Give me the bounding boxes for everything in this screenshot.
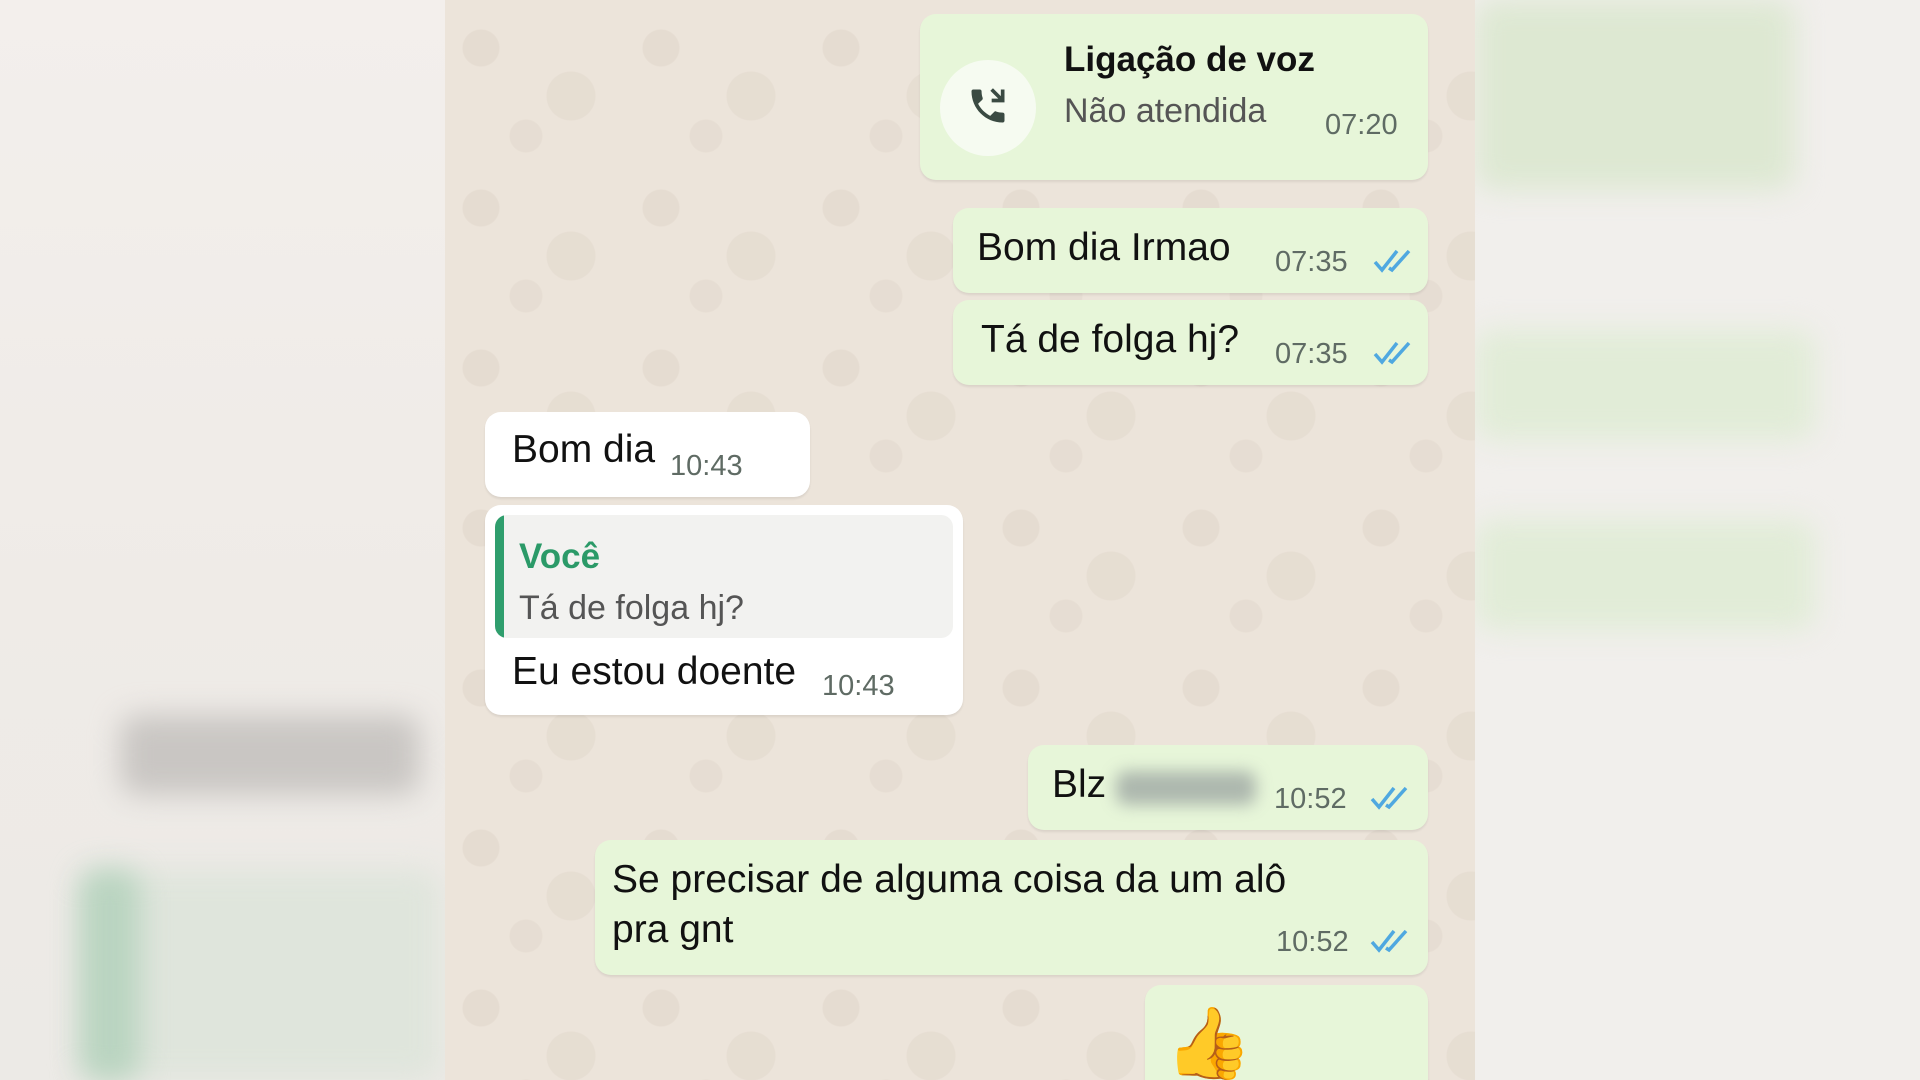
blurred-right-panel [1475,0,1920,1080]
message-text: Eu estou doente [512,650,797,693]
message-bubble-incoming[interactable]: Você Tá de folga hj? Eu estou doente 10:… [485,505,963,715]
message-bubble-outgoing[interactable]: Bom dia Irmao 07:35 [953,208,1428,293]
read-ticks-icon [1370,929,1408,953]
message-bubble-outgoing[interactable]: Blz 10:52 [1028,745,1428,830]
quote-accent-bar [495,515,504,638]
blurred-right-block [1475,0,1795,190]
call-title: Ligação de voz [1064,40,1315,79]
quote-text: Tá de folga hj? [519,589,744,627]
blurred-left-text [120,715,420,795]
message-time: 10:52 [1274,783,1347,815]
message-bubble-outgoing[interactable]: 👍 [1145,985,1428,1080]
message-time: 07:20 [1325,109,1398,141]
blurred-right-block [1475,520,1815,630]
quoted-message[interactable]: Você Tá de folga hj? [495,515,953,638]
message-text-line-2: pra gnt [612,908,734,951]
read-ticks-icon [1370,786,1408,810]
message-text: Blz [1052,763,1107,806]
read-ticks-icon [1373,249,1411,273]
message-text: Bom dia [512,428,656,471]
message-time: 10:52 [1276,926,1349,958]
call-status: Não atendida [1064,92,1267,130]
message-bubble-outgoing[interactable]: Tá de folga hj? 07:35 [953,300,1428,385]
message-time: 07:35 [1275,338,1348,370]
message-text: Tá de folga hj? [981,318,1240,361]
blurred-right-block [1475,330,1815,440]
message-time: 10:43 [822,670,895,702]
read-ticks-icon [1373,341,1411,365]
missed-call-icon [971,88,1005,123]
thumbs-up-emoji: 👍 [1165,1004,1253,1080]
message-bubble-outgoing[interactable]: Se precisar de alguma coisa da um alô pr… [595,840,1428,975]
message-text: Bom dia Irmao [977,226,1231,269]
chat-conversation[interactable]: Ligação de voz Não atendida 07:20 Bom di… [445,0,1475,1080]
message-time: 10:43 [670,450,743,482]
blurred-left-accent [80,870,140,1080]
redacted-text [1116,771,1256,805]
quote-author: Você [519,537,601,576]
call-bubble[interactable]: Ligação de voz Não atendida 07:20 [920,14,1428,180]
message-time: 07:35 [1275,246,1348,278]
blurred-left-panel [0,0,445,1080]
message-text-line-1: Se precisar de alguma coisa da um alô [612,858,1287,901]
message-bubble-incoming[interactable]: Bom dia 10:43 [485,412,810,497]
